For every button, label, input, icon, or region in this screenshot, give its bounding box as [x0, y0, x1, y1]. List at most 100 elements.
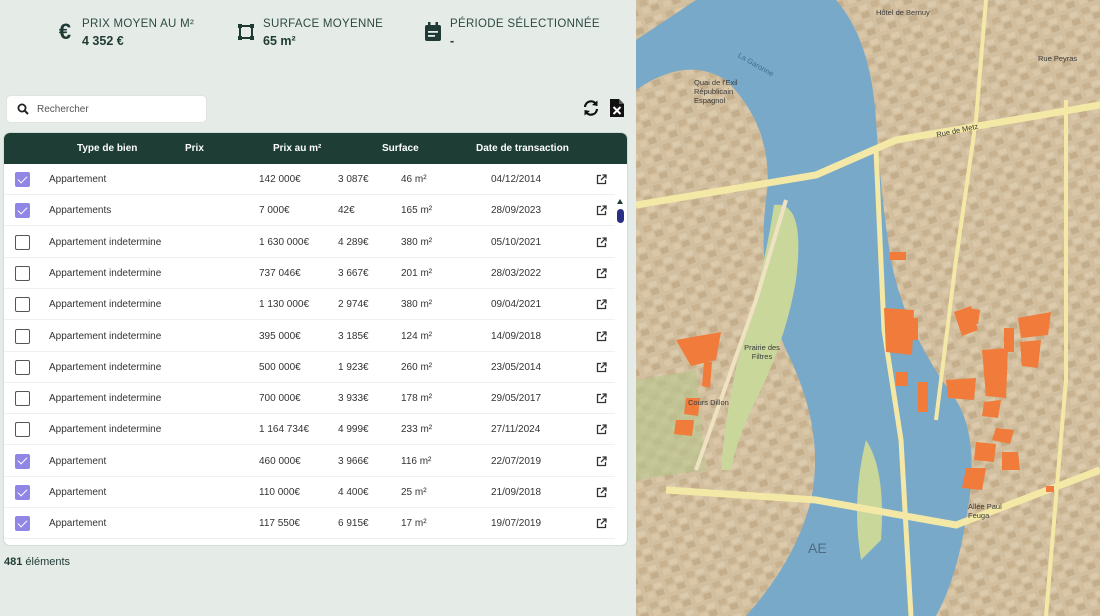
scroll-thumb[interactable] — [617, 209, 624, 223]
scroll-up-icon[interactable] — [617, 199, 623, 204]
stat-value: - — [450, 34, 455, 48]
cell-prix: 110 000€ — [259, 487, 300, 498]
cell-type: Appartement indetermine — [49, 424, 162, 436]
stat-prix-moyen: € Prix moyen au m² 4 352 € — [54, 18, 194, 48]
cell-prix-m2: 3 185€ — [338, 330, 369, 342]
count-number: 481 — [4, 556, 23, 568]
cell-prix: 117 550€ — [259, 518, 300, 530]
cell-date: 28/03/2022 — [491, 267, 542, 279]
cell-prix: 142 000€ — [259, 174, 301, 185]
cell-prix: 395 000€ — [259, 330, 301, 342]
table-row[interactable]: Appartement indetermine 1 630 000€ 4 289€ 3… — [4, 227, 615, 258]
stat-periode: Période sélectionnée - — [422, 18, 600, 48]
table-row[interactable]: Appartement 110 000€ 4 400€ 25 m² 21/09/2018 — [4, 477, 615, 508]
cell-prix: 500 000€ — [259, 361, 301, 373]
external-link-icon[interactable] — [596, 487, 607, 498]
excel-export-icon — [610, 99, 624, 117]
external-link-icon[interactable] — [596, 268, 607, 279]
row-checkbox[interactable] — [15, 391, 30, 407]
search-box[interactable] — [7, 96, 206, 122]
excel-export-button[interactable] — [606, 97, 628, 119]
map-label-hotel: Hôtel de Bernuy — [876, 8, 930, 17]
row-checkbox[interactable] — [15, 297, 30, 313]
row-checkbox[interactable] — [15, 172, 30, 187]
table-row[interactable]: Appartement 117 550€ 6 915€ 17 m² 19/07/2019 — [4, 508, 615, 540]
table-row[interactable]: Appartement indetermine 1 164 734€ 4 999€ 2… — [4, 414, 615, 446]
cell-prix-m2: 1 923€ — [338, 361, 369, 373]
cell-date: 04/12/2014 — [491, 174, 542, 185]
cell-prix: 700 000€ — [259, 393, 301, 405]
cell-date: 19/07/2019 — [491, 518, 542, 530]
table-row[interactable]: Appartement indetermine 500 000€ 1 923€ 260… — [4, 352, 615, 383]
square-area-icon — [235, 18, 257, 46]
column-surface[interactable]: Surface — [382, 143, 419, 154]
cell-type: Appartements — [49, 205, 112, 217]
cell-surface: 116 m² — [401, 455, 432, 467]
cell-prix-m2: 2 974€ — [338, 299, 369, 311]
row-checkbox[interactable] — [15, 265, 30, 281]
refresh-button[interactable] — [580, 97, 602, 119]
row-checkbox[interactable] — [15, 453, 30, 469]
table-row[interactable]: Appartement 142 000€ 3 087€ 46 m² 04/12/2014 — [4, 164, 615, 195]
external-link-icon[interactable] — [596, 299, 607, 310]
row-checkbox[interactable] — [15, 328, 30, 344]
cell-type: Appartement — [49, 487, 107, 498]
row-checkbox[interactable] — [15, 516, 30, 532]
stat-value: 65 m² — [263, 34, 296, 48]
table-scrollbar[interactable] — [616, 195, 625, 545]
cell-date: 23/05/2014 — [491, 361, 542, 373]
table-row[interactable]: Appartement indetermine 395 000€ 3 185€ 124… — [4, 321, 615, 352]
cell-date: 09/04/2021 — [491, 299, 542, 311]
cell-type: Appartement indetermine — [49, 361, 162, 373]
cell-type: Appartement — [49, 518, 107, 530]
cell-prix: 737 046€ — [259, 267, 301, 279]
column-prix-m2[interactable]: Prix au m² — [273, 143, 321, 154]
search-icon — [17, 103, 29, 115]
search-input[interactable] — [37, 103, 187, 115]
cell-date: 21/09/2018 — [491, 487, 542, 498]
stat-value: 4 352 € — [82, 34, 124, 48]
table-row[interactable]: Appartement indetermine 1 130 000€ 2 974€ 3… — [4, 289, 615, 321]
row-checkbox[interactable] — [15, 485, 30, 500]
external-link-icon[interactable] — [596, 424, 607, 435]
listing-panel: € Prix moyen au m² 4 352 € Surface moyen… — [0, 0, 636, 616]
external-link-icon[interactable] — [596, 174, 607, 185]
calendar-icon — [422, 18, 444, 46]
map-label-allee: Allée Paul Feuga — [968, 502, 1002, 520]
cell-surface: 201 m² — [401, 267, 433, 279]
cell-surface: 260 m² — [401, 361, 433, 373]
table-row[interactable]: Appartement 460 000€ 3 966€ 116 m² 22/07/201… — [4, 446, 615, 477]
external-link-icon[interactable] — [596, 330, 607, 342]
count-label: éléments — [25, 556, 71, 568]
cell-date: 14/09/2018 — [491, 330, 542, 342]
row-checkbox[interactable] — [15, 234, 30, 250]
external-link-icon[interactable] — [596, 393, 607, 404]
external-link-icon[interactable] — [596, 456, 607, 467]
table-row[interactable]: Appartement indetermine 700 000€ 3 933€ 178… — [4, 383, 615, 415]
row-checkbox[interactable] — [15, 359, 30, 375]
cell-prix: 7 000€ — [259, 205, 290, 217]
row-checkbox[interactable] — [15, 203, 30, 219]
cell-prix-m2: 42€ — [338, 205, 355, 217]
map-label-cours-dillon: Cours Dillon — [688, 398, 729, 407]
column-type-de-bien[interactable]: Type de bien — [77, 143, 137, 154]
table-row[interactable]: Appartement indetermine 737 046€ 3 667€ 201… — [4, 258, 615, 289]
cell-type: Appartement indetermine — [49, 330, 162, 342]
external-link-icon[interactable] — [596, 205, 607, 216]
column-date[interactable]: Date de transaction — [476, 143, 569, 154]
external-link-icon[interactable] — [596, 236, 607, 248]
external-link-icon[interactable] — [596, 362, 607, 373]
cell-surface: 233 m² — [401, 424, 433, 436]
cell-prix: 1 164 734€ — [259, 424, 310, 436]
external-link-icon[interactable] — [596, 518, 607, 529]
cell-prix-m2: 3 933€ — [338, 393, 369, 405]
row-checkbox[interactable] — [15, 422, 30, 438]
stat-surface-moyenne: Surface moyenne 65 m² — [235, 18, 383, 48]
map-view[interactable]: Hôtel de Bernuy Quai de l'Exil Républica… — [636, 0, 1100, 616]
cell-prix: 1 630 000€ — [259, 236, 310, 248]
cell-surface: 25 m² — [401, 487, 427, 498]
table-body: Appartement 117 550€ 6 915€ 17 m² 19/07/2019… — [4, 164, 627, 545]
column-prix[interactable]: Prix — [185, 143, 204, 154]
table-row[interactable]: Appartements 7 000€ 42€ 165 m² 28/09/2023 — [4, 195, 615, 227]
map-label-rue-peyras: Rue Peyras — [1038, 54, 1078, 63]
